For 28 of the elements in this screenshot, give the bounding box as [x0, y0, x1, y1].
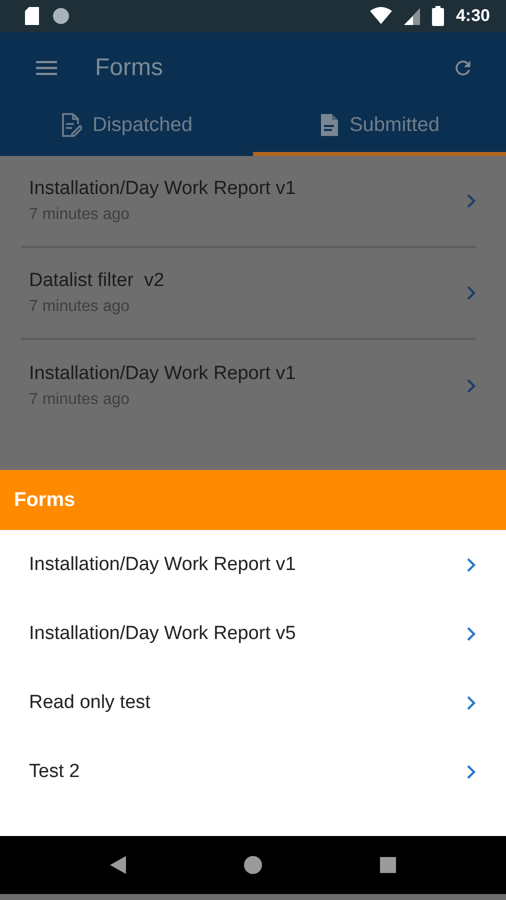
circle-icon [52, 7, 70, 25]
form-title: Datalist filter v2 [29, 270, 166, 292]
chevron-icon [466, 694, 476, 710]
form-list-item[interactable]: Test 2 [0, 737, 506, 806]
form-list-item[interactable]: Read only test [0, 668, 506, 737]
wifi-icon [370, 7, 392, 25]
tab[interactable]: Dispatched [0, 104, 253, 156]
home-icon[interactable] [244, 856, 262, 874]
chevron-icon [466, 285, 476, 301]
screen-title: Forms [95, 54, 164, 82]
form-list-item[interactable]: Installation/Day Work Report v1 [0, 530, 506, 599]
form-title: Installation/Day Work Report v1 [29, 363, 297, 385]
sd-card-icon [24, 6, 40, 26]
form-list-item[interactable]: Installation/Day Work Report v5 [0, 599, 506, 668]
form-title: Installation/Day Work Report v1 [29, 178, 297, 200]
clock-time: 4:30 [456, 6, 490, 26]
chevron-icon [466, 764, 476, 780]
signal-icon [404, 8, 420, 24]
chevron-icon [466, 626, 476, 642]
document-icon [319, 113, 340, 137]
chevron-icon [466, 378, 476, 394]
document-edit-icon [60, 113, 82, 137]
back-icon[interactable] [110, 856, 126, 874]
sheet-header: Forms [0, 470, 506, 530]
chevron-icon [466, 193, 476, 209]
chevron-icon [466, 556, 476, 572]
battery-icon [432, 6, 444, 26]
menu-icon[interactable] [36, 61, 57, 75]
